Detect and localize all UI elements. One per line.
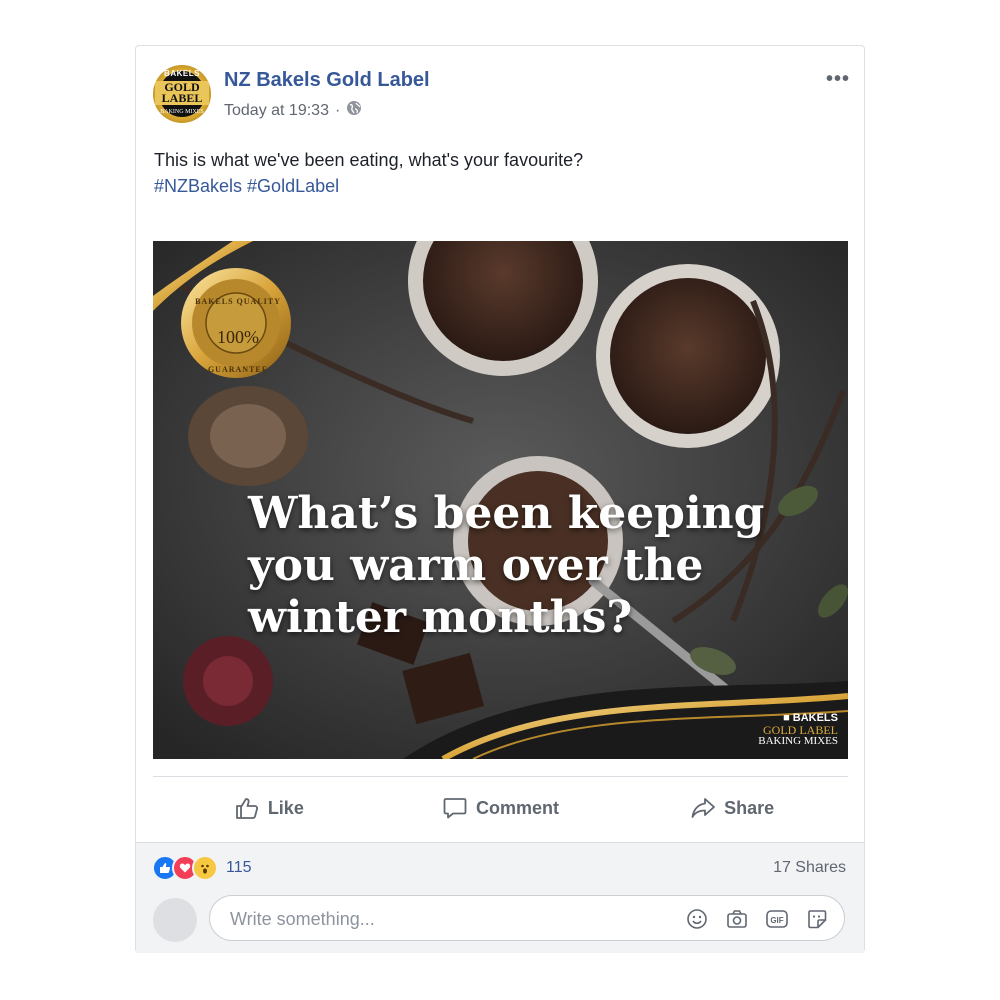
thumbs-up-icon bbox=[235, 798, 258, 819]
post-card: BAKELS GOLD LABEL BAKING MIXES NZ Bakels… bbox=[135, 45, 865, 953]
image-brand-logo: ■ BAKELS GOLD LABEL BAKING MIXES bbox=[758, 712, 838, 747]
share-label: Share bbox=[724, 797, 775, 818]
gif-icon[interactable]: GIF bbox=[764, 906, 790, 932]
avatar-brand-text: BAKELS bbox=[164, 69, 200, 78]
comment-input[interactable] bbox=[228, 906, 672, 932]
hashtag-goldlabel[interactable]: #GoldLabel bbox=[247, 176, 339, 196]
post-footer: 115 17 Shares GIF bbox=[136, 842, 864, 953]
post-text-line: This is what we've been eating, what's y… bbox=[154, 150, 584, 170]
actions-divider bbox=[153, 776, 848, 777]
meta-separator: · bbox=[334, 101, 341, 119]
sticker-icon[interactable] bbox=[804, 906, 830, 932]
page-avatar[interactable]: BAKELS GOLD LABEL BAKING MIXES bbox=[153, 65, 211, 123]
comment-box: GIF bbox=[209, 895, 845, 941]
comment-tools: GIF bbox=[684, 906, 830, 932]
comment-label: Comment bbox=[476, 797, 560, 818]
quality-badge: BAKELS QUALITY 100% GUARANTEE bbox=[183, 283, 293, 393]
avatar-gold-label-text: GOLD LABEL bbox=[155, 81, 209, 105]
headline-line: What’s been keeping bbox=[248, 488, 765, 539]
more-options-button[interactable]: ••• bbox=[826, 68, 850, 91]
headline-line: winter months? bbox=[248, 592, 633, 643]
brand-mixes-text: BAKING MIXES bbox=[758, 735, 838, 747]
hashtags: #NZBakels #GoldLabel bbox=[154, 173, 844, 199]
comment-icon bbox=[443, 798, 467, 819]
action-bar: Like Comment Share bbox=[153, 788, 848, 828]
post-image[interactable]: BAKELS QUALITY 100% GUARANTEE What’s bee… bbox=[153, 241, 848, 759]
wow-reaction-icon bbox=[192, 855, 218, 881]
avatar-mixes-text: BAKING MIXES bbox=[160, 109, 204, 115]
post-meta: Today at 19:33 · bbox=[224, 100, 362, 121]
image-headline: What’s been keeping you warm over the wi… bbox=[248, 488, 808, 644]
reactions-summary[interactable]: 115 bbox=[152, 855, 252, 881]
share-arrow-icon bbox=[691, 798, 716, 818]
shares-count[interactable]: 17 Shares bbox=[773, 859, 846, 877]
svg-text:GIF: GIF bbox=[770, 916, 783, 925]
post-timestamp[interactable]: Today at 19:33 bbox=[224, 102, 329, 120]
current-user-avatar[interactable] bbox=[153, 898, 197, 942]
share-button[interactable]: Share bbox=[616, 788, 848, 828]
badge-bottom-text: GUARANTEE bbox=[207, 365, 269, 374]
post-text: This is what we've been eating, what's y… bbox=[154, 147, 844, 199]
like-button[interactable]: Like bbox=[153, 788, 385, 828]
page-name-link[interactable]: NZ Bakels Gold Label bbox=[224, 69, 430, 92]
like-label: Like bbox=[267, 797, 304, 818]
badge-center-text: 100% bbox=[217, 327, 259, 347]
comment-button[interactable]: Comment bbox=[385, 788, 617, 828]
headline-line: you warm over the bbox=[248, 540, 704, 591]
hashtag-nzbakels[interactable]: #NZBakels bbox=[154, 176, 242, 196]
camera-icon[interactable] bbox=[724, 906, 750, 932]
reaction-count: 115 bbox=[226, 859, 252, 876]
globe-icon[interactable] bbox=[346, 100, 362, 121]
badge-top-text: BAKELS QUALITY bbox=[195, 297, 281, 306]
smiley-icon[interactable] bbox=[684, 906, 710, 932]
